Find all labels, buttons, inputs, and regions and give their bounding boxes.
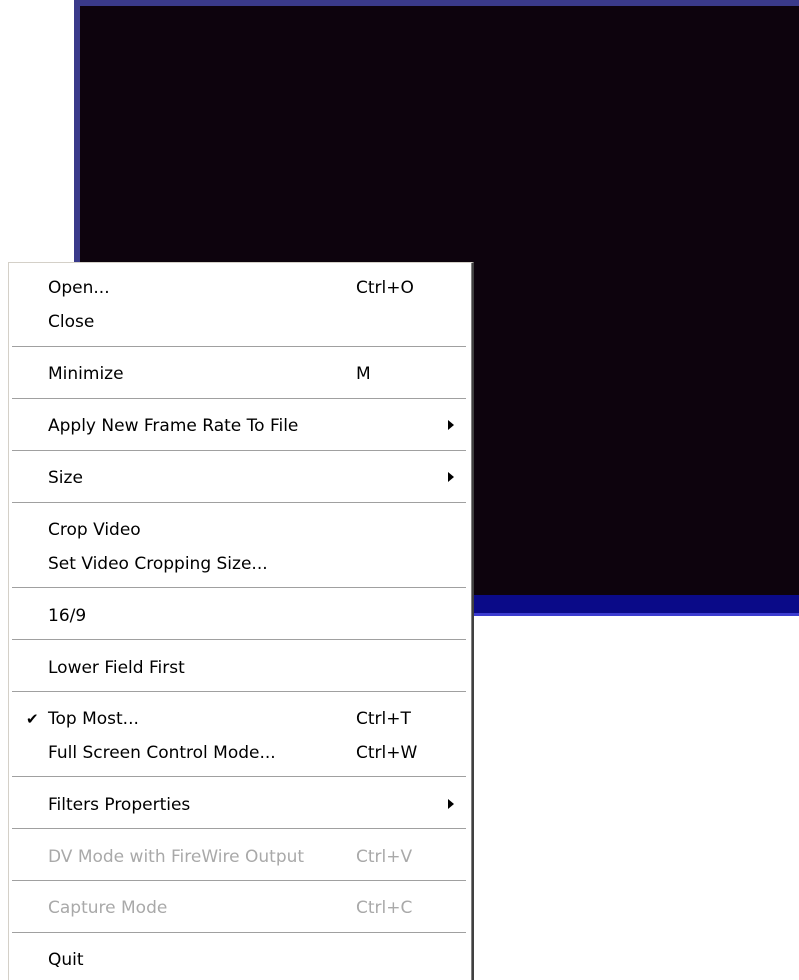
menu-item-shortcut: Ctrl+C [356, 898, 413, 918]
menu-item-minimize[interactable]: Minimize M [12, 357, 468, 391]
menu-item-capture-mode[interactable]: Capture Mode Ctrl+C [12, 891, 468, 925]
menu-separator [12, 587, 466, 589]
submenu-arrow-icon [448, 799, 454, 809]
menu-item-label: Capture Mode [48, 898, 168, 918]
menu-item-label: Crop Video [48, 520, 141, 540]
menu-item-filters-properties[interactable]: Filters Properties [12, 788, 468, 822]
menu-item-apply-frame-rate[interactable]: Apply New Frame Rate To File [12, 409, 468, 443]
menu-item-label: Set Video Cropping Size... [48, 554, 268, 574]
menu-item-shortcut: Ctrl+O [356, 278, 414, 298]
menu-separator [12, 932, 466, 934]
submenu-arrow-icon [448, 420, 454, 430]
menu-item-aspect-16-9[interactable]: 16/9 [12, 599, 468, 633]
menu-item-shortcut: Ctrl+T [356, 709, 411, 729]
checkmark-icon: ✔ [26, 710, 39, 728]
menu-item-label: Size [48, 468, 83, 488]
menu-item-quit[interactable]: Quit [12, 943, 468, 977]
menu-item-lower-field-first[interactable]: Lower Field First [12, 651, 468, 685]
menu-separator [12, 776, 466, 778]
menu-item-label: Close [48, 312, 95, 332]
menu-item-label: Minimize [48, 364, 124, 384]
menu-separator [12, 502, 466, 504]
menu-item-close[interactable]: Close [12, 305, 468, 339]
menu-item-label: Open... [48, 278, 110, 298]
menu-item-shortcut: Ctrl+V [356, 847, 413, 867]
menu-item-open[interactable]: Open... Ctrl+O [12, 271, 468, 305]
menu-item-top-most[interactable]: ✔ Top Most... Ctrl+T [12, 702, 468, 736]
menu-item-label: Lower Field First [48, 658, 185, 678]
menu-item-shortcut: M [356, 364, 371, 384]
menu-item-label: Top Most... [48, 709, 139, 729]
menu-item-label: Apply New Frame Rate To File [48, 416, 299, 436]
menu-separator [12, 691, 466, 693]
submenu-arrow-icon [448, 472, 454, 482]
menu-separator [12, 398, 466, 400]
menu-item-full-screen[interactable]: Full Screen Control Mode... Ctrl+W [12, 736, 468, 770]
menu-item-label: Quit [48, 950, 84, 970]
menu-item-dv-mode[interactable]: DV Mode with FireWire Output Ctrl+V [12, 840, 468, 874]
menu-item-size[interactable]: Size [12, 461, 468, 495]
menu-separator [12, 880, 466, 882]
menu-separator [12, 346, 466, 348]
menu-separator [12, 450, 466, 452]
menu-separator [12, 639, 466, 641]
context-menu: Open... Ctrl+O Close Minimize M Apply Ne… [8, 262, 474, 980]
menu-item-label: DV Mode with FireWire Output [48, 847, 305, 867]
menu-item-label: Filters Properties [48, 795, 191, 815]
menu-item-label: 16/9 [48, 606, 87, 626]
menu-item-crop-video[interactable]: Crop Video [12, 513, 468, 547]
menu-item-shortcut: Ctrl+W [356, 743, 418, 763]
menu-item-set-cropping-size[interactable]: Set Video Cropping Size... [12, 547, 468, 581]
menu-separator [12, 828, 466, 830]
menu-item-label: Full Screen Control Mode... [48, 743, 276, 763]
